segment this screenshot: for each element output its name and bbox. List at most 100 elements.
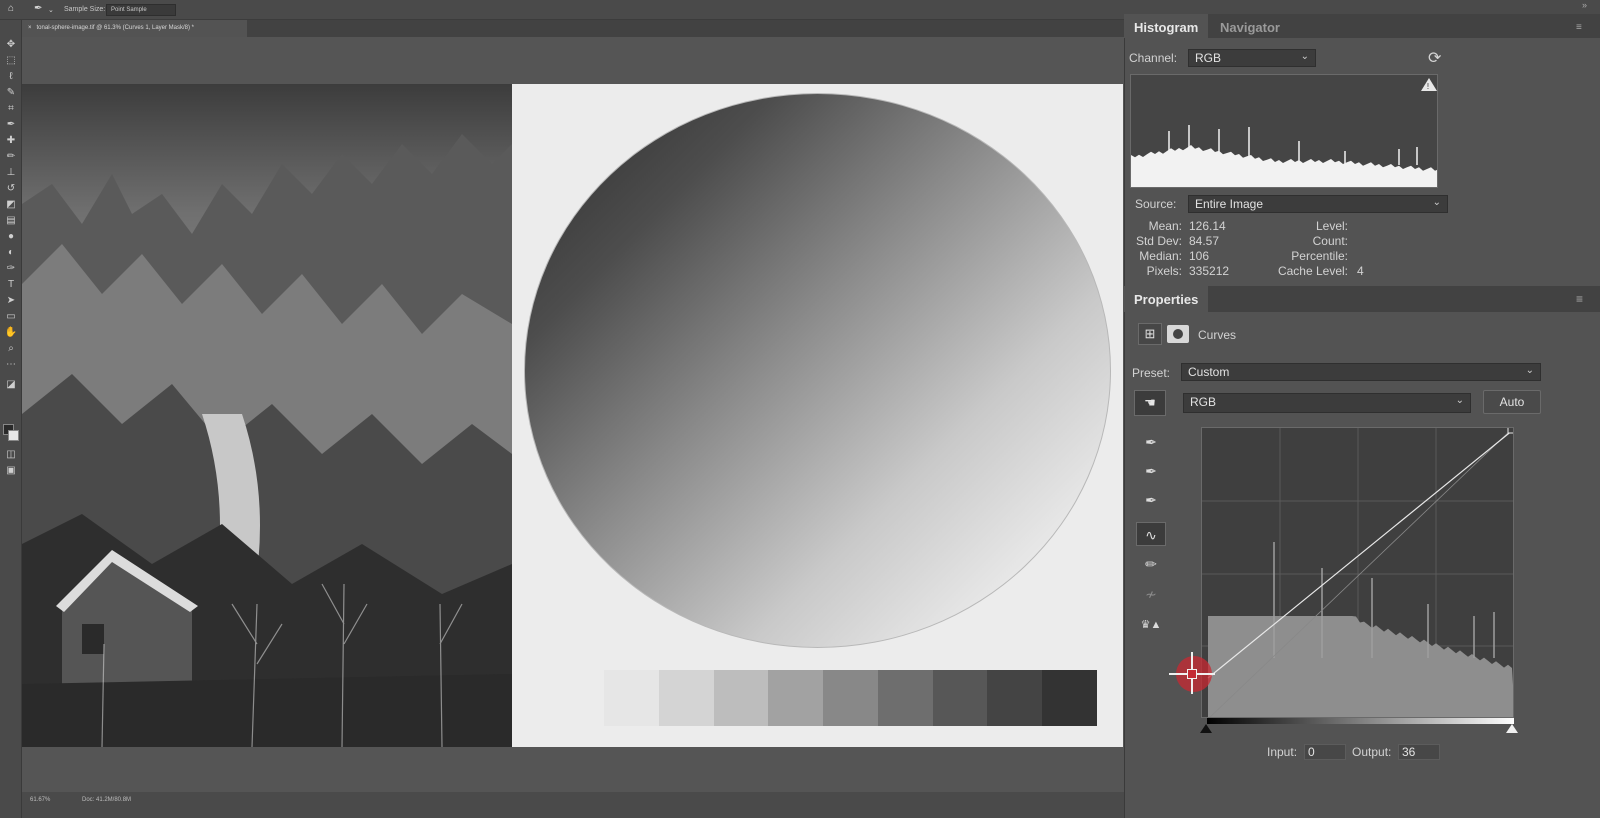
document-size[interactable]: Doc: 41.2M/80.8M <box>82 797 131 803</box>
healing-tool-icon[interactable]: ✚ <box>4 134 18 148</box>
tone-swatch <box>877 670 933 726</box>
channel-select[interactable]: RGB ⌄ <box>1188 49 1316 67</box>
white-point-eyedropper-icon[interactable]: ✒ <box>1136 488 1166 512</box>
refresh-icon[interactable]: ⟳ <box>1428 48 1441 68</box>
source-label: Source: <box>1135 197 1177 211</box>
source-value: Entire Image <box>1195 197 1264 211</box>
tone-swatch <box>932 670 988 726</box>
input-label: Input: <box>1267 745 1298 759</box>
eraser-tool-icon[interactable]: ◩ <box>4 198 18 212</box>
dodge-tool-icon[interactable]: ◐ <box>4 246 18 260</box>
snowy-forest-photo[interactable] <box>22 84 512 747</box>
chevron-down-icon[interactable]: ⌄ <box>48 6 54 14</box>
panel-menu-icon[interactable]: ≡ <box>1576 292 1583 306</box>
tonal-sphere[interactable] <box>524 93 1111 648</box>
black-point-slider[interactable] <box>1200 724 1212 733</box>
brush-tool-icon[interactable]: ✏ <box>4 150 18 164</box>
curve-points-tool-icon[interactable]: ∿ <box>1136 522 1166 546</box>
tone-swatch <box>987 670 1043 726</box>
quick-select-tool-icon[interactable]: ✎ <box>4 86 18 100</box>
eyedropper-icon[interactable]: ✒ <box>34 3 42 14</box>
screen-mode-icon[interactable]: ▣ <box>4 464 18 478</box>
quick-mask-icon[interactable]: ◫ <box>4 448 18 462</box>
stat-cache-level-label: Cache Level: <box>1277 264 1348 278</box>
stat-median-label: Median: <box>1139 249 1182 263</box>
blur-tool-icon[interactable]: ● <box>4 230 18 244</box>
stat-median-value: 106 <box>1189 249 1210 263</box>
gradient-tool-icon[interactable]: ▤ <box>4 214 18 228</box>
curve-point[interactable] <box>1187 669 1197 679</box>
tab-histogram[interactable]: Histogram <box>1124 14 1209 38</box>
document-tab[interactable]: × tonal-sphere-image.tif @ 61.3% (Curves … <box>22 20 247 37</box>
adjustment-name: Curves <box>1198 328 1237 342</box>
preset-value: Custom <box>1188 365 1230 379</box>
panel-menu-icon[interactable]: ≡ <box>1576 22 1582 33</box>
more-tools-icon[interactable]: ⋯ <box>4 358 18 372</box>
marquee-tool-icon[interactable]: ⬚ <box>4 54 18 68</box>
stat-stddev-value: 84.57 <box>1189 234 1220 248</box>
source-select[interactable]: Entire Image ⌄ <box>1188 195 1448 213</box>
document-tab-bar: × tonal-sphere-image.tif @ 61.3% (Curves … <box>22 20 1124 37</box>
sample-size-label: Sample Size: <box>64 6 106 13</box>
pen-tool-icon[interactable]: ✑ <box>4 262 18 276</box>
chevron-down-icon: ⌄ <box>1300 51 1309 62</box>
stat-pixels-value: 335212 <box>1189 264 1230 278</box>
histogram-graph: ! <box>1130 74 1438 188</box>
preset-select[interactable]: Custom ⌄ <box>1181 363 1541 381</box>
stat-pixels-label: Pixels: <box>1146 264 1182 278</box>
chevron-down-icon: ⌄ <box>1455 395 1464 406</box>
smooth-curve-icon[interactable]: ≁ <box>1136 582 1166 606</box>
layer-mask-icon[interactable] <box>1167 325 1189 343</box>
input-field[interactable]: 0 <box>1304 744 1346 760</box>
histogram-svg: ! <box>1131 78 1437 187</box>
tone-swatch <box>1042 670 1098 726</box>
input-gradient-bar <box>1207 718 1514 724</box>
tab-properties[interactable]: Properties <box>1124 286 1209 312</box>
home-icon[interactable]: ⌂ <box>8 3 14 14</box>
tone-swatch <box>604 670 659 726</box>
background-color-swatch[interactable] <box>8 430 19 441</box>
history-brush-tool-icon[interactable]: ↺ <box>4 182 18 196</box>
auto-button[interactable]: Auto <box>1483 390 1541 414</box>
shape-tool-icon[interactable]: ▭ <box>4 310 18 324</box>
pencil-draw-icon[interactable]: ✏ <box>1136 552 1166 576</box>
black-point-eyedropper-icon[interactable]: ✒ <box>1136 430 1166 454</box>
white-point-slider[interactable] <box>1506 724 1518 733</box>
curves-svg <box>1202 428 1513 717</box>
properties-tabs: Properties ≡ <box>1124 286 1600 312</box>
type-tool-icon[interactable]: T <box>4 278 18 292</box>
clipping-warning-icon[interactable]: ♛▲ <box>1136 613 1166 637</box>
zoom-tool-icon[interactable]: ⌕ <box>4 342 18 356</box>
tone-swatch <box>658 670 714 726</box>
default-colors-icon[interactable]: ◪ <box>4 378 18 392</box>
close-icon[interactable]: × <box>28 25 32 31</box>
tone-swatch-strip <box>604 670 1098 726</box>
tone-swatch <box>768 670 824 726</box>
sample-size-select[interactable]: Point Sample <box>106 4 176 16</box>
crop-tool-icon[interactable]: ⌗ <box>4 102 18 116</box>
curves-adjustment-icon[interactable]: ⊞ <box>1138 323 1162 345</box>
curves-channel-select[interactable]: RGB ⌄ <box>1183 393 1471 413</box>
document-title: tonal-sphere-image.tif @ 61.3% (Curves 1… <box>36 25 195 31</box>
gray-point-eyedropper-icon[interactable]: ✒ <box>1136 459 1166 483</box>
chevron-down-icon: ⌄ <box>1525 365 1534 376</box>
forest-illustration <box>22 84 512 747</box>
histogram-tabs: Histogram Navigator ≡ <box>1124 14 1600 38</box>
chevron-down-icon: ⌄ <box>1432 197 1441 208</box>
stat-mean-value: 126.14 <box>1189 219 1226 233</box>
path-select-tool-icon[interactable]: ➤ <box>4 294 18 308</box>
stamp-tool-icon[interactable]: ⊥ <box>4 166 18 180</box>
zoom-level[interactable]: 61.67% <box>30 797 50 803</box>
stat-level-label: Level: <box>1315 219 1348 233</box>
stat-count-label: Count: <box>1312 234 1348 248</box>
hand-tool-icon[interactable]: ✋ <box>4 326 18 340</box>
output-field[interactable]: 36 <box>1398 744 1440 760</box>
collapse-icon[interactable]: » <box>1582 0 1587 10</box>
eyedropper-tool-icon[interactable]: ✒ <box>4 118 18 132</box>
tab-navigator[interactable]: Navigator <box>1210 14 1290 38</box>
lasso-tool-icon[interactable]: ℓ <box>4 70 18 84</box>
curves-graph[interactable] <box>1201 427 1514 718</box>
curve-endpoint-white <box>1507 428 1513 434</box>
targeted-adjustment-icon[interactable]: ☚ <box>1134 390 1166 416</box>
move-tool-icon[interactable]: ✥ <box>4 38 18 52</box>
